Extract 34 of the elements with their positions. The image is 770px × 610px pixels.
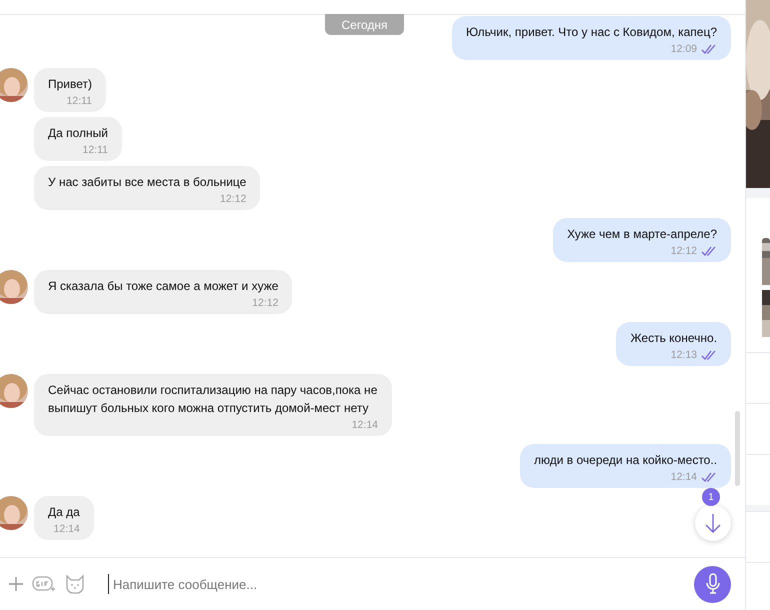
message-text: Хуже чем в марте-апреле? bbox=[567, 226, 718, 243]
message-time: 12:12 bbox=[252, 296, 278, 308]
message-text: Я сказала бы тоже самое а может и хуже bbox=[48, 278, 278, 295]
microphone-icon bbox=[706, 573, 720, 595]
sticker-icon[interactable] bbox=[64, 574, 86, 594]
message-text: Жесть конечно. bbox=[630, 330, 718, 347]
avatar[interactable] bbox=[0, 270, 28, 304]
unread-count: 1 bbox=[702, 488, 720, 506]
avatar[interactable] bbox=[0, 374, 28, 408]
message-time: 12:14 bbox=[352, 418, 378, 430]
message-time: 12:14 bbox=[54, 522, 80, 534]
scrollbar[interactable] bbox=[735, 411, 740, 486]
microphone-button[interactable] bbox=[694, 566, 732, 602]
message-time: 12:12 bbox=[220, 192, 246, 204]
message-time: 12:11 bbox=[66, 94, 92, 106]
message-time: 12:12 bbox=[670, 244, 698, 256]
avatar[interactable] bbox=[0, 68, 28, 102]
arrow-down-icon bbox=[704, 513, 722, 533]
message-time: 12:09 bbox=[670, 42, 698, 54]
gif-icon[interactable] bbox=[32, 575, 56, 593]
message-time: 12:11 bbox=[82, 144, 108, 156]
message-time: 12:13 bbox=[670, 348, 698, 360]
message-text: У нас забиты все места в больнице bbox=[48, 174, 246, 191]
message-text: Да да bbox=[48, 504, 80, 521]
message-text: люди в очереди на койко-место.. bbox=[534, 452, 718, 469]
message-text: Да полный bbox=[48, 125, 108, 142]
scroll-down-button[interactable] bbox=[695, 505, 732, 541]
message-text: Привет) bbox=[48, 76, 92, 93]
date-chip: Сегодня bbox=[325, 14, 404, 35]
add-icon[interactable] bbox=[8, 576, 24, 592]
message-text: Юльчик, привет. Что у нас с Ковидом, капец? bbox=[466, 24, 718, 41]
avatar[interactable] bbox=[0, 496, 28, 530]
message-text: Сейчас остановили госпитализацию на пару часов,пока не выпишут больных кого можна отпустить домой-мест нету bbox=[48, 382, 378, 417]
message-time: 12:14 bbox=[670, 470, 698, 482]
